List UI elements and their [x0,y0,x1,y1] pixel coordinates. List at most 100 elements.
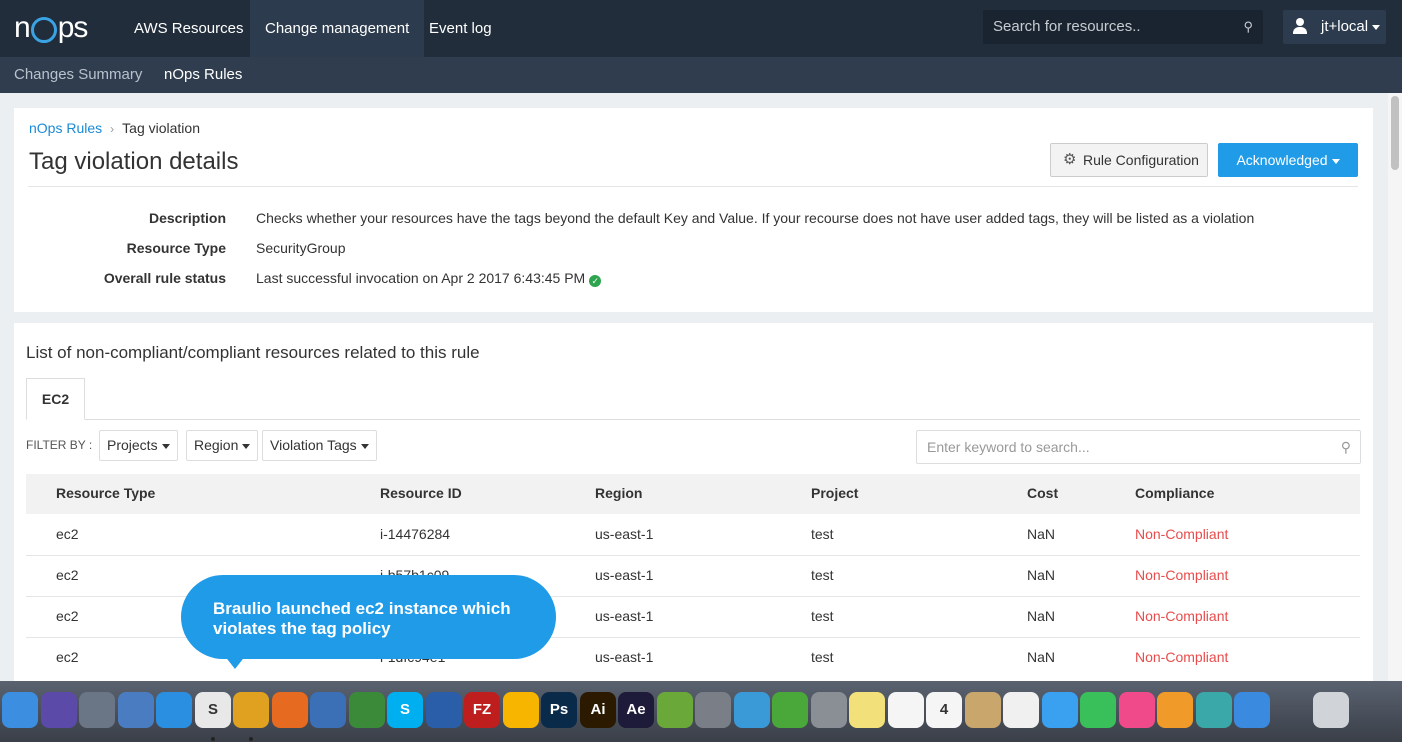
column-header-cost[interactable]: Cost [1027,485,1058,501]
column-header-compliance[interactable]: Compliance [1135,485,1214,501]
page-title: Tag violation details [29,148,239,175]
sequel-icon[interactable] [811,692,847,728]
search-icon: ⚲ [1340,439,1351,455]
table-cell: ec2 [56,567,79,583]
filter-by-label: FILTER BY : [26,438,93,452]
messages-icon[interactable] [1042,692,1078,728]
user-name: jt+local [1321,18,1369,35]
finder-icon[interactable] [2,692,38,728]
launchpad-icon[interactable] [79,692,115,728]
system-prefs-icon[interactable] [695,692,731,728]
migration-icon[interactable] [734,692,770,728]
projects-filter-dropdown[interactable]: Projects [99,430,178,461]
siri-icon[interactable] [41,692,77,728]
chevron-down-icon [1372,24,1381,30]
vpn-icon[interactable] [1196,692,1232,728]
table-cell: NaN [1027,526,1056,542]
gear-icon: ⚙ [1063,151,1077,168]
bluestacks-icon[interactable] [657,692,693,728]
vertical-scrollbar[interactable] [1388,93,1402,683]
table-cell: test [811,649,834,665]
calendar-icon[interactable]: 4 [926,692,962,728]
preview-icon[interactable] [965,692,1001,728]
annotation-callout: Braulio launched ec2 instance which viol… [181,575,556,659]
scrollbar-thumb[interactable] [1391,96,1399,170]
region-filter-dropdown[interactable]: Region [186,430,259,461]
reminders-icon[interactable] [888,692,924,728]
chevron-down-icon [360,443,369,449]
resource-type-value: SecurityGroup [256,240,346,256]
utorrent-icon[interactable] [772,692,808,728]
resource-type-label: Resource Type [126,240,226,256]
running-indicator [249,737,253,741]
list-title: List of non-compliant/compliant resource… [26,343,480,362]
breadcrumb: nOps Rules › Tag violation [29,120,200,136]
table-cell: NaN [1027,608,1056,624]
tab-ec2[interactable]: EC2 [26,378,85,420]
nav-change-management[interactable]: Change management [250,0,425,57]
resource-id-cell[interactable]: i-14476284 [380,526,450,542]
table-cell: us-east-1 [595,526,654,542]
table-cell: ec2 [56,608,79,624]
slack-icon[interactable]: S [195,692,231,728]
column-header-project[interactable]: Project [811,485,858,501]
appstore-icon[interactable] [1234,692,1270,728]
chrome-icon[interactable] [233,692,269,728]
description-label: Description [148,210,226,226]
table-cell: us-east-1 [595,608,654,624]
violation-tags-filter-dropdown[interactable]: Violation Tags [262,430,377,461]
chevron-down-icon [242,443,251,449]
evernote-icon[interactable] [349,692,385,728]
table-cell: us-east-1 [595,567,654,583]
notes-icon[interactable] [849,692,885,728]
thunderbird-icon[interactable] [310,692,346,728]
nav-aws-resources[interactable]: AWS Resources [119,0,258,57]
resource-search-input[interactable]: Search for resources.. ⚲ [983,10,1263,44]
table-cell: NaN [1027,567,1056,583]
illustrator-icon[interactable]: Ai [580,692,616,728]
sketch-icon[interactable] [503,692,539,728]
column-header-region[interactable]: Region [595,485,642,501]
table-cell: ec2 [56,649,79,665]
rule-configuration-button[interactable]: ⚙ Rule Configuration [1050,143,1208,177]
column-header-resource-id[interactable]: Resource ID [380,485,462,501]
mail-icon[interactable] [118,692,154,728]
subnav-changes-summary[interactable]: Changes Summary [14,57,142,93]
chevron-down-icon [1331,158,1340,164]
safari-icon[interactable] [156,692,192,728]
column-header-resource-type[interactable]: Resource Type [56,485,155,501]
sourcetree-icon[interactable] [426,692,462,728]
filezilla-icon[interactable]: FZ [464,692,500,728]
row-divider [26,555,1360,556]
itunes-icon[interactable] [1119,692,1155,728]
user-menu[interactable]: jt+local [1283,10,1386,44]
breadcrumb-current: Tag violation [122,120,200,136]
table-cell: NaN [1027,649,1056,665]
breadcrumb-parent-link[interactable]: nOps Rules [29,120,102,136]
photos-icon[interactable] [1003,692,1039,728]
trash-icon[interactable] [1313,692,1349,728]
skype-icon[interactable]: S [387,692,423,728]
keyword-search-input[interactable]: Enter keyword to search... ⚲ [916,430,1361,464]
subnav-nops-rules[interactable]: nOps Rules [164,57,242,93]
acknowledged-dropdown-button[interactable]: Acknowledged [1218,143,1358,177]
nav-event-log[interactable]: Event log [414,0,507,57]
photoshop-icon[interactable]: Ps [541,692,577,728]
table-cell: test [811,608,834,624]
ibooks-icon[interactable] [1157,692,1193,728]
table-cell: test [811,526,834,542]
compliance-status: Non-Compliant [1135,567,1229,583]
description-value: Checks whether your resources have the t… [256,210,1255,226]
chevron-down-icon [161,443,170,449]
tab-bar [26,419,1360,420]
table-cell: ec2 [56,526,79,542]
table-cell: us-east-1 [595,649,654,665]
facetime-icon[interactable] [1080,692,1116,728]
rule-status-label: Overall rule status [103,270,226,286]
check-circle-icon: ✓ [589,275,602,287]
aftereffects-icon[interactable]: Ae [618,692,654,728]
compliance-status: Non-Compliant [1135,608,1229,624]
nops-logo[interactable]: n ps [14,10,88,46]
rule-status-value: Last successful invocation on Apr 2 2017… [256,270,602,287]
firefox-icon[interactable] [272,692,308,728]
